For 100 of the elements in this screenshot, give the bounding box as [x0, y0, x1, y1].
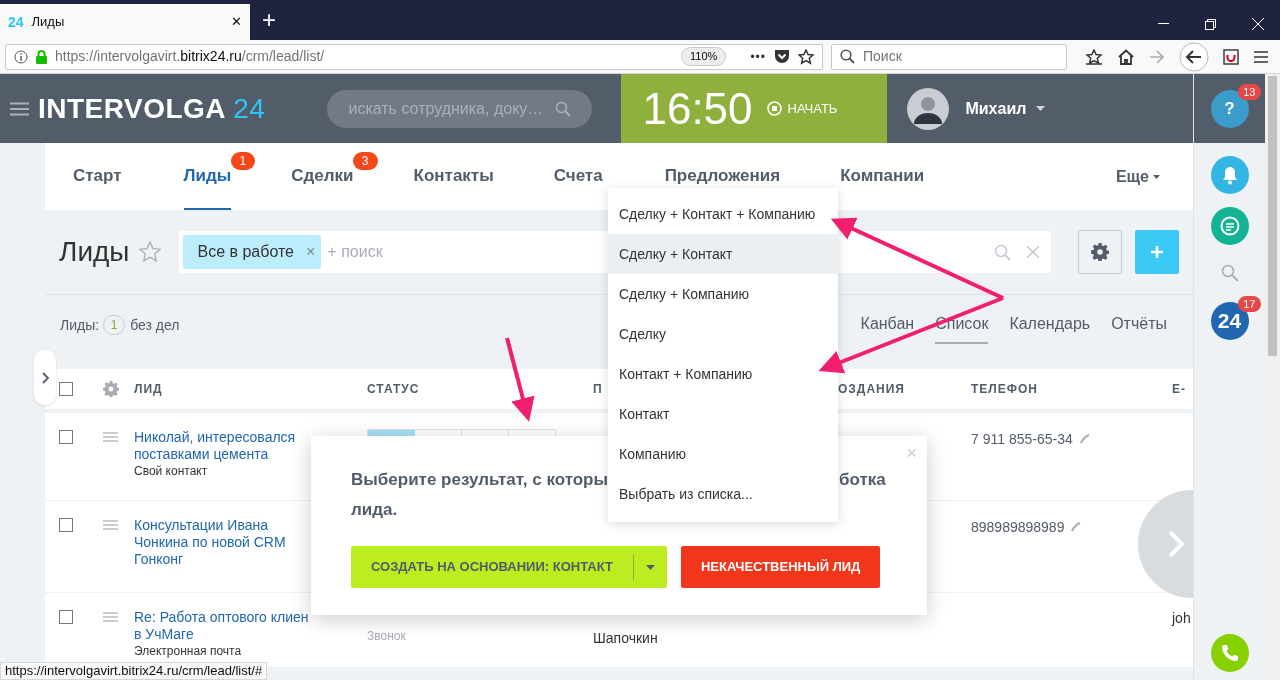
notifications-button[interactable]	[1210, 156, 1249, 194]
notification-badge: 17	[1238, 296, 1261, 312]
search-icon[interactable]	[1220, 264, 1239, 282]
counter-label: Лиды:	[60, 315, 100, 335]
view-tab[interactable]: Календарь	[1009, 306, 1091, 344]
row-checkbox[interactable]	[59, 518, 73, 532]
column-header[interactable]: Е-	[1172, 380, 1193, 398]
column-header[interactable]: ЛИД	[134, 380, 367, 398]
gear-icon[interactable]	[103, 381, 119, 397]
address-bar[interactable]: https://intervolgavirt.bitrix24.ru/crm/lead/list/ 110% •••	[5, 43, 823, 70]
phone-icon	[1220, 644, 1239, 662]
menu-item[interactable]: Контакт + Компанию	[608, 354, 838, 394]
drag-handle-icon[interactable]	[103, 612, 118, 622]
page-title: Лиды	[59, 235, 130, 269]
more-tabs-button[interactable]: Еще	[1115, 143, 1160, 210]
menu-item[interactable]: Компанию	[608, 434, 838, 474]
chat-button[interactable]	[1210, 207, 1249, 245]
sidebar-toggle-button[interactable]	[34, 350, 56, 405]
email-text: joh	[1172, 609, 1192, 628]
gear-icon	[1091, 243, 1109, 261]
restore-icon[interactable]	[1205, 19, 1216, 30]
status-bar-url: https://intervolgavirt.bitrix24.ru/crm/lead/list/#	[0, 662, 268, 680]
new-tab-button[interactable]: +	[262, 8, 276, 32]
menu-item[interactable]: Выбрать из списка...	[608, 474, 838, 514]
row-checkbox[interactable]	[59, 430, 73, 444]
search-icon	[555, 100, 572, 117]
zoom-badge[interactable]: 110%	[681, 47, 727, 66]
search-placeholder: + поиск	[327, 242, 383, 262]
menu-item[interactable]: Сделку	[608, 314, 838, 354]
back-button-icon[interactable]	[1179, 41, 1209, 72]
settings-button[interactable]	[1078, 230, 1122, 274]
column-header[interactable]: ТЕЛЕФОН	[971, 380, 1172, 398]
drag-handle-icon[interactable]	[103, 520, 118, 530]
menu-item[interactable]: Сделку + Контакт	[608, 234, 838, 274]
phone-icon[interactable]	[1078, 434, 1090, 445]
chat-bubble-icon	[1218, 215, 1241, 237]
row-checkbox[interactable]	[59, 610, 73, 624]
view-tab[interactable]: Отчёты	[1111, 306, 1167, 344]
pocket-icon[interactable]	[774, 49, 790, 64]
lock-icon	[36, 49, 47, 64]
logo[interactable]: INTERVOLGA 24	[38, 87, 266, 130]
chevron-right-icon	[41, 371, 49, 384]
column-header[interactable]: СТАТУС	[367, 380, 593, 398]
call-button[interactable]	[1210, 634, 1249, 672]
lead-source: Электронная почта	[134, 643, 243, 660]
close-icon[interactable]	[1252, 18, 1264, 30]
tab-favicon: 24	[8, 12, 24, 32]
browser-tab[interactable]: 24 Лиды ✕	[0, 4, 250, 40]
url-text: https://intervolgavirt.bitrix24.ru/crm/lead/list/	[55, 47, 326, 66]
bookmark-star-icon[interactable]	[798, 48, 814, 65]
phone-number: 7 911 855-65-34	[971, 429, 1172, 450]
add-button[interactable]	[1135, 230, 1179, 274]
popup-message: Выберите результат, с которы	[351, 469, 609, 491]
nav-tab[interactable]: Счета	[553, 143, 603, 210]
star-icon[interactable]	[139, 241, 162, 263]
menu-icon[interactable]	[1253, 49, 1269, 64]
search-field[interactable]: Поиск	[831, 43, 1067, 70]
caret-icon	[645, 564, 655, 570]
menu-item[interactable]: Сделку + Контакт + Компанию	[608, 194, 838, 234]
home-icon[interactable]	[1117, 48, 1135, 65]
search-icon	[840, 49, 855, 64]
convert-button[interactable]: СОЗДАТЬ НА ОСНОВАНИИ: КОНТАКТ	[351, 557, 633, 577]
lead-title-link[interactable]: Re: Работа оптового клиен	[134, 609, 367, 626]
clock-time: 16:50	[642, 82, 753, 135]
forward-arrow-icon[interactable]	[1149, 49, 1165, 64]
phone-icon[interactable]	[1070, 522, 1082, 533]
info-icon[interactable]	[14, 49, 28, 64]
column-header[interactable]: ОЗДАНИЯ	[838, 380, 971, 398]
responsible-name: Шапочкин	[593, 629, 659, 648]
stop-icon	[766, 101, 782, 116]
bookmarks-icon[interactable]	[1085, 48, 1103, 65]
extension-icon[interactable]	[1223, 48, 1239, 65]
tab-counter-badge: 1	[230, 152, 256, 170]
nav-tab[interactable]: Контакты	[413, 143, 494, 210]
scrollbar-thumb[interactable]	[1268, 76, 1277, 356]
nav-tab[interactable]: Лиды	[183, 143, 232, 210]
nav-tab[interactable]: Компании	[840, 143, 925, 210]
tab-close-button[interactable]: ✕	[231, 12, 242, 32]
minimize-icon[interactable]	[1158, 23, 1169, 25]
caret-icon	[1153, 174, 1160, 179]
drag-handle-icon[interactable]	[103, 432, 118, 442]
lead-title-link[interactable]: в УчМаге	[134, 626, 367, 643]
plus-icon	[1151, 246, 1163, 258]
nav-tab[interactable]: Старт	[73, 143, 122, 210]
user-avatar[interactable]	[907, 87, 950, 130]
nav-tab[interactable]: Сделки	[291, 143, 354, 210]
menu-icon[interactable]	[10, 101, 29, 116]
menu-item[interactable]: Сделку + Компанию	[608, 274, 838, 314]
user-menu[interactable]: Михаил	[965, 96, 1046, 121]
view-tab[interactable]: Канбан	[860, 306, 915, 344]
bell-icon	[1220, 165, 1239, 185]
filter-tag[interactable]: Все в работе ×	[183, 235, 322, 269]
popup-message: ботка	[839, 469, 886, 491]
tab-title: Лиды	[31, 13, 66, 32]
menu-item[interactable]: Контакт	[608, 394, 838, 434]
reject-lead-button[interactable]: НЕКАЧЕСТВЕННЫЙ ЛИД	[680, 546, 881, 588]
status-text: Звонок	[367, 628, 407, 645]
popup-message: лида.	[351, 499, 398, 521]
select-all-checkbox[interactable]	[59, 382, 73, 396]
page-actions-button[interactable]: •••	[750, 47, 766, 66]
